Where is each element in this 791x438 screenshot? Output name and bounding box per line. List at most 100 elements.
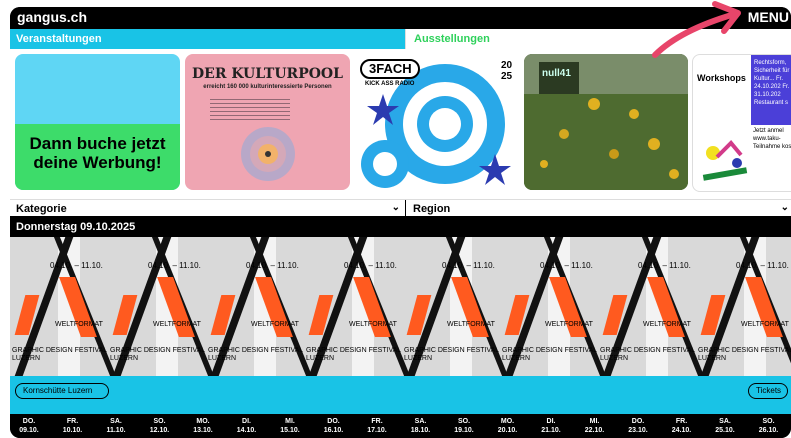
day-date: 16.10. [323, 427, 344, 434]
poster-subtitle: GRAPHIC DESIGN FESTIVAL LUZERN [208, 347, 303, 362]
day-item[interactable]: SA. 11.10. [94, 417, 138, 435]
poster-word: WELTFORMAT [251, 321, 299, 328]
site-logo[interactable]: gangus.ch [17, 9, 87, 25]
poster-dates: 04.10. – 11.10. [344, 261, 397, 270]
day-of-week: SA. [414, 418, 427, 425]
filter-bar: Kategorie ⌄ Region ⌄ [10, 199, 791, 217]
ad-card-workshops[interactable]: Workshops Rechtsform, Sicherheit für Kul… [692, 54, 791, 192]
workshops-graphic [702, 140, 748, 181]
day-item[interactable]: DO. 23.10. [616, 417, 660, 435]
sunflower-photo [524, 94, 688, 190]
poster-dates: 04.10. – 11.10. [638, 261, 691, 270]
day-item[interactable]: DO. 16.10. [312, 417, 356, 435]
workshops-info-text: Rechtsform, Sicherheit für Kultur... Fr.… [754, 60, 790, 106]
poster-subtitle: GRAPHIC DESIGN FESTIVAL LUZERN [600, 347, 695, 362]
chevron-down-icon: ⌄ [780, 202, 789, 213]
day-date: 23.10. [628, 427, 648, 434]
section-tabs: Veranstaltungen Ausstellungen [10, 29, 791, 49]
day-item[interactable]: DI. 21.10. [529, 417, 573, 435]
date-header-text: Donnerstag 09.10.2025 [16, 221, 136, 233]
poster-tile: 04.10. – 11.10. WELTFORMAT GRAPHIC DESIGN … [206, 237, 313, 376]
ad-card-book-advertising[interactable]: Dann buche jetzt deine Werbung! [15, 54, 180, 190]
ad-card-title: DER KULTURPOOL [192, 66, 343, 82]
poster-tile: 04.10. – 11.10. WELTFORMAT GRAPHIC DESIGN … [108, 237, 215, 376]
day-item[interactable]: SA. 18.10. [399, 417, 443, 435]
ad-card-subtitle: erreicht 160 000 kulturinteressierte Per… [203, 84, 332, 90]
poster-word: WELTFORMAT [643, 321, 691, 328]
tab-exhibitions[interactable]: Ausstellungen [405, 29, 791, 49]
ad-card-3fach[interactable]: 3FACH KICK ASS RADIO 20 25 [355, 54, 518, 190]
event-poster-banner[interactable]: 04.10. – 11.10. WELTFORMAT GRAPHIC DESIGN … [10, 237, 791, 376]
day-date: 24.10. [671, 427, 692, 434]
day-item[interactable]: DI. 14.10. [225, 417, 269, 435]
day-of-week: MI. [285, 418, 295, 425]
category-dropdown[interactable]: Kategorie ⌄ [10, 200, 406, 217]
tickets-label: Tickets [756, 386, 782, 395]
day-date: 09.10. [19, 427, 39, 434]
day-item[interactable]: DO. 09.10. [10, 417, 51, 435]
ad-carousel: Dann buche jetzt deine Werbung! DER KULT… [10, 49, 791, 199]
region-dropdown[interactable]: Region ⌄ [405, 200, 791, 217]
poster-tile: 04.10. – 11.10. WELTFORMAT GRAPHIC DESIGN … [10, 237, 117, 376]
location-pill[interactable]: Kornschütte Luzern [15, 383, 109, 399]
menu-button[interactable]: MENU [748, 9, 789, 25]
vinyl-record-graphic [241, 127, 295, 181]
poster-dates: 04.10. – 11.10. [50, 261, 103, 270]
poster-word: WELTFORMAT [349, 321, 397, 328]
day-of-week: SA. [110, 418, 122, 425]
day-item[interactable]: FR. 10.10. [51, 417, 95, 435]
workshops-footer-text: Jetzt anmel www.taku- Teilnahme kos [753, 128, 791, 150]
day-of-week: FR. [66, 418, 79, 425]
day-date: 20.10. [497, 427, 518, 434]
3fach-title: 3FACH [369, 61, 412, 76]
day-date: 22.10. [584, 427, 605, 434]
tab-events[interactable]: Veranstaltungen [10, 29, 405, 49]
day-date: 18.10. [410, 427, 431, 434]
day-of-week: DI. [546, 418, 556, 425]
day-of-week: DI. [242, 418, 251, 425]
ad-card-kulturpool[interactable]: DER KULTURPOOL erreicht 160 000 kulturin… [185, 54, 350, 190]
day-date: 12.10. [149, 427, 170, 434]
3fach-subtitle: KICK ASS RADIO [365, 81, 415, 87]
region-label: Region [413, 203, 451, 215]
poster-subtitle: GRAPHIC DESIGN FESTIVAL LUZERN [698, 347, 791, 362]
day-item[interactable]: MO. 20.10. [486, 417, 530, 435]
day-item[interactable]: MI. 22.10. [573, 417, 617, 435]
day-date: 10.10. [62, 427, 83, 434]
poster-word: WELTFORMAT [153, 321, 201, 328]
day-of-week: MO. [196, 418, 210, 425]
day-of-week: FR. [675, 418, 688, 425]
app-frame: gangus.ch MENU Veranstaltungen Ausstellu… [10, 7, 791, 438]
poster-word: WELTFORMAT [55, 321, 103, 328]
day-item[interactable]: SO. 12.10. [138, 417, 182, 435]
day-item[interactable]: MI. 15.10. [268, 417, 312, 435]
day-date: 25.10. [715, 427, 735, 434]
day-item[interactable]: FR. 17.10. [355, 417, 399, 435]
poster-dates: 04.10. – 11.10. [148, 261, 201, 270]
day-item[interactable]: MO. 13.10. [181, 417, 225, 435]
day-item[interactable]: SO. 19.10. [442, 417, 486, 435]
poster-word: WELTFORMAT [545, 321, 593, 328]
event-info-bar: Kornschütte Luzern Tickets [10, 376, 791, 414]
day-of-week: MI. [589, 418, 600, 425]
day-of-week: SO. [457, 418, 471, 425]
day-date: 26.10. [758, 427, 779, 434]
day-date: 17.10. [367, 427, 387, 434]
day-item[interactable]: FR. 24.10. [660, 417, 704, 435]
ad-card-null41[interactable]: null41 [524, 54, 688, 190]
day-item[interactable]: SA. 25.10. [703, 417, 747, 435]
day-of-week: DO. [327, 418, 340, 425]
workshops-title: Workshops [697, 73, 746, 83]
workshops-info-box: Rechtsform, Sicherheit für Kultur... Fr.… [751, 55, 791, 125]
tickets-button[interactable]: Tickets [748, 383, 788, 399]
poster-subtitle: GRAPHIC DESIGN FESTIVAL LUZERN [404, 347, 499, 362]
poster-dates: 04.10. – 11.10. [442, 261, 495, 270]
day-item[interactable]: SO. 26.10. [747, 417, 791, 435]
day-of-week: SO. [762, 418, 775, 425]
poster-dates: 04.10. – 11.10. [246, 261, 299, 270]
poster-subtitle: GRAPHIC DESIGN FESTIVAL LUZERN [110, 347, 205, 362]
poster-tile: 04.10. – 11.10. WELTFORMAT GRAPHIC DESIGN … [696, 237, 791, 376]
poster-dates: 04.10. – 11.10. [540, 261, 593, 270]
poster-tile: 04.10. – 11.10. WELTFORMAT GRAPHIC DESIGN … [304, 237, 411, 376]
chevron-down-icon: ⌄ [391, 202, 400, 213]
